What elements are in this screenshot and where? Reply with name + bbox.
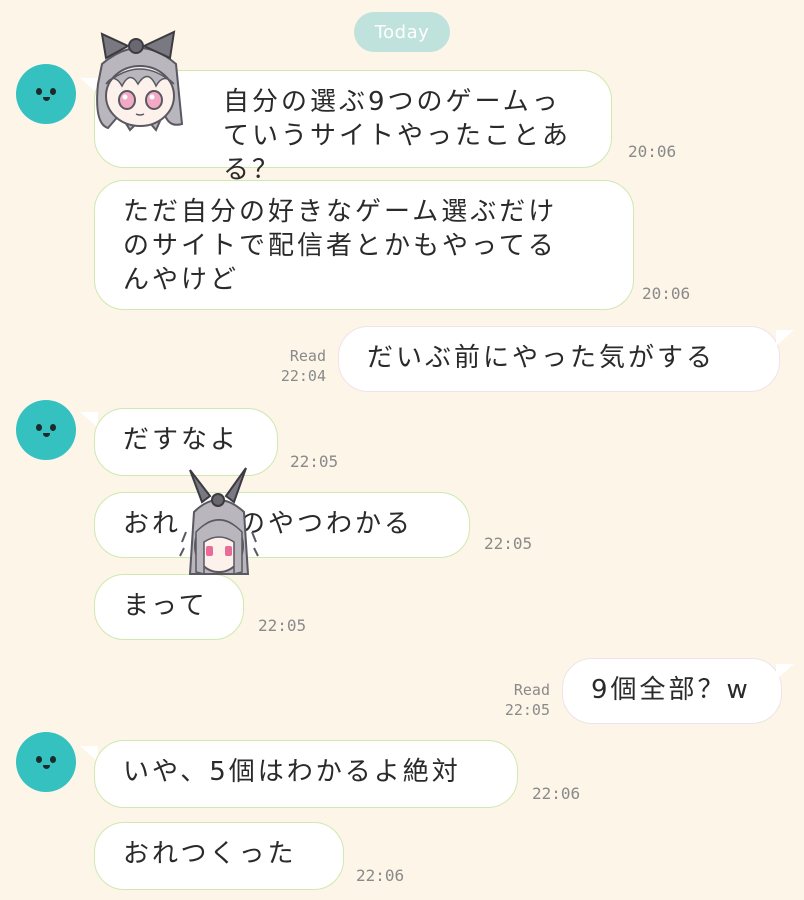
message-time: 22:05 — [484, 534, 533, 553]
bubble-tail — [776, 330, 794, 346]
chibi-girl-peek-sticker — [179, 467, 259, 575]
avatar-eye-icon — [50, 88, 56, 95]
message-time: 22:04 — [280, 367, 326, 385]
contact-avatar[interactable] — [16, 400, 76, 460]
read-receipt: Read — [513, 681, 550, 699]
message-time: 22:06 — [532, 784, 581, 803]
message-time: 20:06 — [628, 142, 677, 161]
contact-avatar[interactable] — [16, 732, 76, 792]
avatar-nose-icon — [43, 97, 50, 101]
message-bubble[interactable]: おれ のやつわかる — [94, 492, 470, 558]
read-receipt: Read — [289, 347, 326, 365]
contact-avatar[interactable] — [16, 64, 76, 124]
avatar-eye-icon — [50, 756, 56, 763]
message-time: 20:06 — [642, 284, 691, 303]
chibi-girl-sticker — [96, 30, 184, 132]
message-time: 22:06 — [356, 866, 405, 885]
message-bubble[interactable]: ただ自分の好きなゲーム選ぶだけ のサイトで配信者とかもやってる んやけど — [94, 180, 634, 310]
avatar-eye-icon — [36, 88, 42, 95]
message-time: 22:05 — [504, 701, 550, 719]
message-time: 22:05 — [258, 616, 307, 635]
avatar-nose-icon — [43, 765, 50, 769]
message-bubble-mine[interactable]: 9個全部？w — [562, 658, 782, 724]
message-time: 22:05 — [290, 452, 339, 471]
message-bubble[interactable]: おれつくった — [94, 822, 344, 890]
message-bubble[interactable]: いや、5個はわかるよ絶対 — [94, 740, 518, 808]
avatar-eye-icon — [36, 424, 42, 431]
message-bubble-mine[interactable]: だいぶ前にやった気がする — [338, 326, 780, 392]
avatar-eye-icon — [36, 756, 42, 763]
avatar-eye-icon — [50, 424, 56, 431]
bubble-tail — [776, 664, 794, 680]
date-separator: Today — [354, 12, 450, 52]
avatar-nose-icon — [43, 433, 50, 437]
message-bubble[interactable]: まって — [94, 574, 244, 640]
